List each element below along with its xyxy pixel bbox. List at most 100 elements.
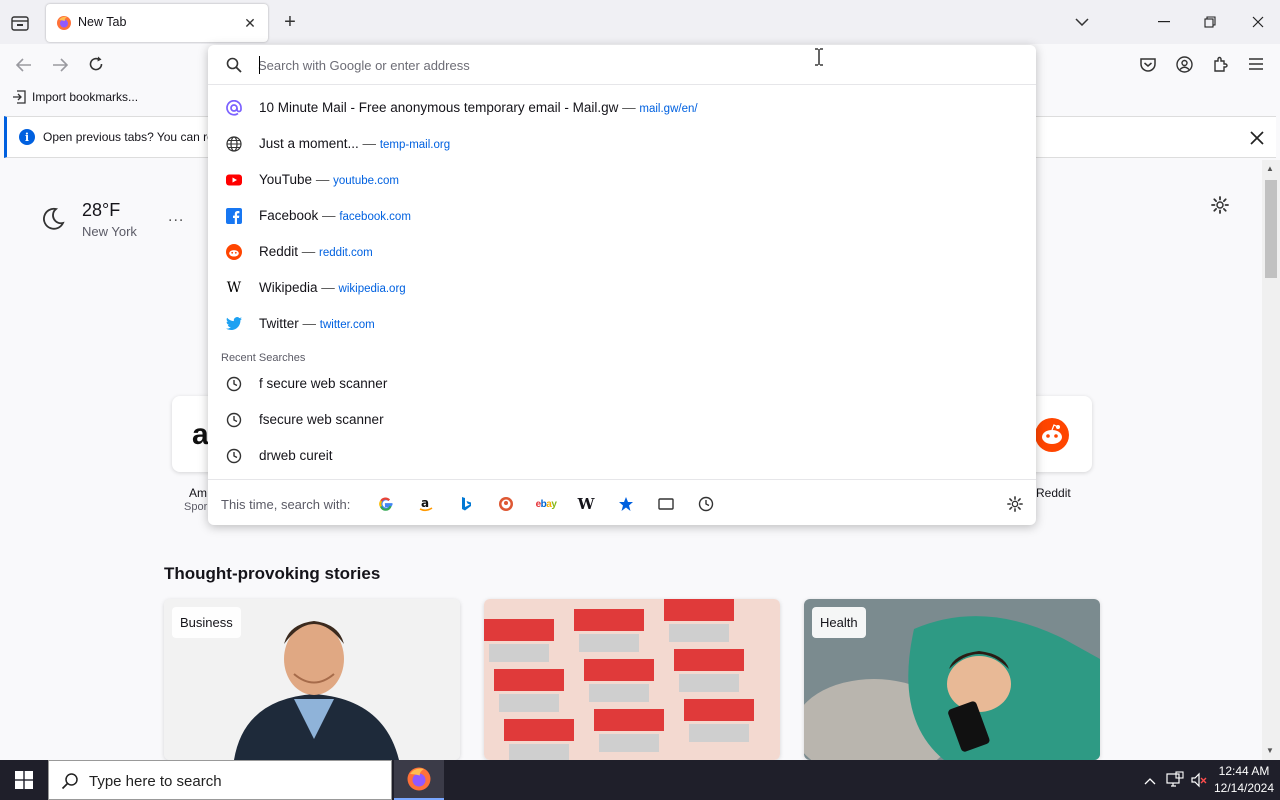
import-bookmarks-label: Import bookmarks...	[32, 90, 139, 104]
account-icon[interactable]	[1170, 50, 1198, 78]
hamburger-menu-icon[interactable]	[1242, 50, 1270, 78]
recent-search-row[interactable]: drweb cureit	[208, 438, 1036, 474]
suggestion-row[interactable]: Facebook — facebook.com	[208, 198, 1036, 234]
story-category-badge: Health	[812, 607, 866, 638]
amazon-icon[interactable]: a	[416, 494, 436, 514]
story-card[interactable]	[484, 599, 780, 760]
suggestion-text: Twitter — twitter.com	[259, 316, 375, 331]
tab-strip: New Tab ✕ +	[0, 0, 1280, 44]
reload-icon[interactable]	[82, 50, 110, 78]
system-tray	[1140, 760, 1212, 800]
pocket-icon[interactable]	[1134, 50, 1162, 78]
suggestion-row[interactable]: Reddit — reddit.com	[208, 234, 1036, 270]
extensions-icon[interactable]	[1206, 50, 1234, 78]
story-card[interactable]: Health	[804, 599, 1100, 760]
recent-search-row[interactable]: f secure web scanner	[208, 366, 1036, 402]
shortcut-label-amazon: Am	[189, 486, 207, 500]
story-card[interactable]: Business	[164, 599, 460, 760]
back-arrow-icon[interactable]	[10, 51, 38, 79]
search-icon	[226, 57, 242, 73]
forward-arrow-icon[interactable]	[46, 51, 74, 79]
suggestion-text: Facebook — facebook.com	[259, 208, 411, 223]
weather-more-button[interactable]: ...	[168, 208, 184, 226]
tabs-icon[interactable]	[656, 494, 676, 514]
tab-new-tab[interactable]: New Tab ✕	[46, 4, 268, 42]
suggestion-title: YouTube	[259, 172, 313, 187]
wikipedia-icon[interactable]: W	[576, 494, 596, 514]
scroll-up-arrow-icon[interactable]: ▲	[1266, 164, 1274, 173]
reddit-icon	[1035, 418, 1069, 452]
firefox-view-icon[interactable]	[6, 10, 34, 36]
page-scrollbar[interactable]: ▲ ▼	[1262, 160, 1280, 760]
twitter-icon	[226, 316, 242, 332]
taskbar-clock-time[interactable]: 12:44 AM	[1214, 764, 1274, 778]
facebook-icon	[226, 208, 242, 224]
shortcut-label-reddit: Reddit	[1036, 486, 1071, 500]
import-icon	[13, 90, 26, 104]
settings-gear-icon[interactable]	[1208, 193, 1232, 217]
import-bookmarks-button[interactable]: Import bookmarks...	[12, 90, 138, 104]
close-notification-icon[interactable]	[1245, 126, 1269, 150]
network-icon[interactable]	[1166, 771, 1184, 792]
suggestion-url: facebook.com	[339, 211, 411, 223]
minimize-window-icon[interactable]	[1146, 8, 1182, 36]
shortcut-sponsored-label: Spor	[184, 501, 208, 513]
tab-close-icon[interactable]: ✕	[240, 13, 260, 33]
restore-window-icon[interactable]	[1192, 8, 1228, 36]
google-icon[interactable]	[376, 494, 396, 514]
chevron-down-icon[interactable]	[1070, 10, 1094, 34]
reddit-icon	[226, 244, 242, 260]
suggestion-row[interactable]: 10 Minute Mail - Free anonymous temporar…	[208, 90, 1036, 126]
address-bar-dropdown: Recent Searches This time, search with: …	[208, 45, 1036, 525]
taskbar-clock-date[interactable]: 12/14/2024	[1212, 781, 1276, 795]
suggestion-url: youtube.com	[333, 175, 399, 187]
taskbar-search-placeholder: Type here to search	[89, 773, 222, 790]
text-cursor-icon	[814, 48, 824, 66]
scrollbar-thumb[interactable]	[1265, 180, 1277, 278]
suggestion-row[interactable]: Twitter — twitter.com	[208, 306, 1036, 342]
taskbar-firefox-button[interactable]	[394, 760, 444, 800]
ebay-icon[interactable]: ebay	[536, 494, 557, 514]
globe-icon	[226, 136, 242, 152]
new-tab-button[interactable]: +	[278, 10, 302, 34]
suggestion-separator: —	[618, 100, 640, 115]
close-window-icon[interactable]	[1240, 8, 1276, 36]
taskbar-search-box[interactable]: Type here to search	[48, 760, 392, 800]
recent-search-text: drweb cureit	[259, 448, 333, 463]
scroll-down-arrow-icon[interactable]: ▼	[1266, 746, 1274, 755]
suggestion-url: wikipedia.org	[338, 283, 406, 295]
show-hidden-icons-icon[interactable]	[1144, 773, 1156, 788]
suggestion-title: Reddit	[259, 244, 299, 259]
recent-searches-label: Recent Searches	[221, 352, 306, 364]
address-bar	[208, 45, 1036, 85]
search-with-label: This time, search with:	[221, 497, 351, 512]
history-clock-icon	[226, 412, 242, 428]
history-icon[interactable]	[696, 494, 716, 514]
bing-icon[interactable]	[456, 494, 476, 514]
suggestion-title: Facebook	[259, 208, 319, 223]
windows-taskbar: Type here to search 12:44 AM 12/14/2024	[0, 760, 1280, 800]
at-sign-icon	[226, 100, 242, 116]
duckduckgo-icon[interactable]	[496, 494, 516, 514]
bookmarks-icon[interactable]	[616, 494, 636, 514]
suggestion-row[interactable]: YouTube — youtube.com	[208, 162, 1036, 198]
recent-search-row[interactable]: fsecure web scanner	[208, 402, 1036, 438]
suggestion-separator: —	[298, 244, 320, 259]
search-settings-gear-icon[interactable]	[1004, 493, 1026, 515]
windows-start-icon[interactable]	[0, 760, 48, 800]
suggestion-text: YouTube — youtube.com	[259, 172, 399, 187]
recent-search-text: f secure web scanner	[259, 376, 388, 391]
recent-search-text: fsecure web scanner	[259, 412, 384, 427]
suggestion-row[interactable]: Just a moment... — temp-mail.org	[208, 126, 1036, 162]
suggestion-url: temp-mail.org	[379, 139, 451, 151]
suggestion-row[interactable]: W Wikipedia — wikipedia.org	[208, 270, 1036, 306]
weather-widget[interactable]: 28°F New York ...	[40, 200, 210, 250]
firefox-icon	[407, 767, 431, 791]
suggestion-text: 10 Minute Mail - Free anonymous temporar…	[259, 100, 698, 115]
suggestion-text: Reddit — reddit.com	[259, 244, 373, 259]
info-icon: i	[19, 129, 35, 145]
wikipedia-icon: W	[226, 280, 242, 296]
address-input[interactable]	[258, 54, 998, 76]
volume-muted-icon[interactable]	[1190, 771, 1208, 792]
suggestion-separator: —	[317, 280, 339, 295]
